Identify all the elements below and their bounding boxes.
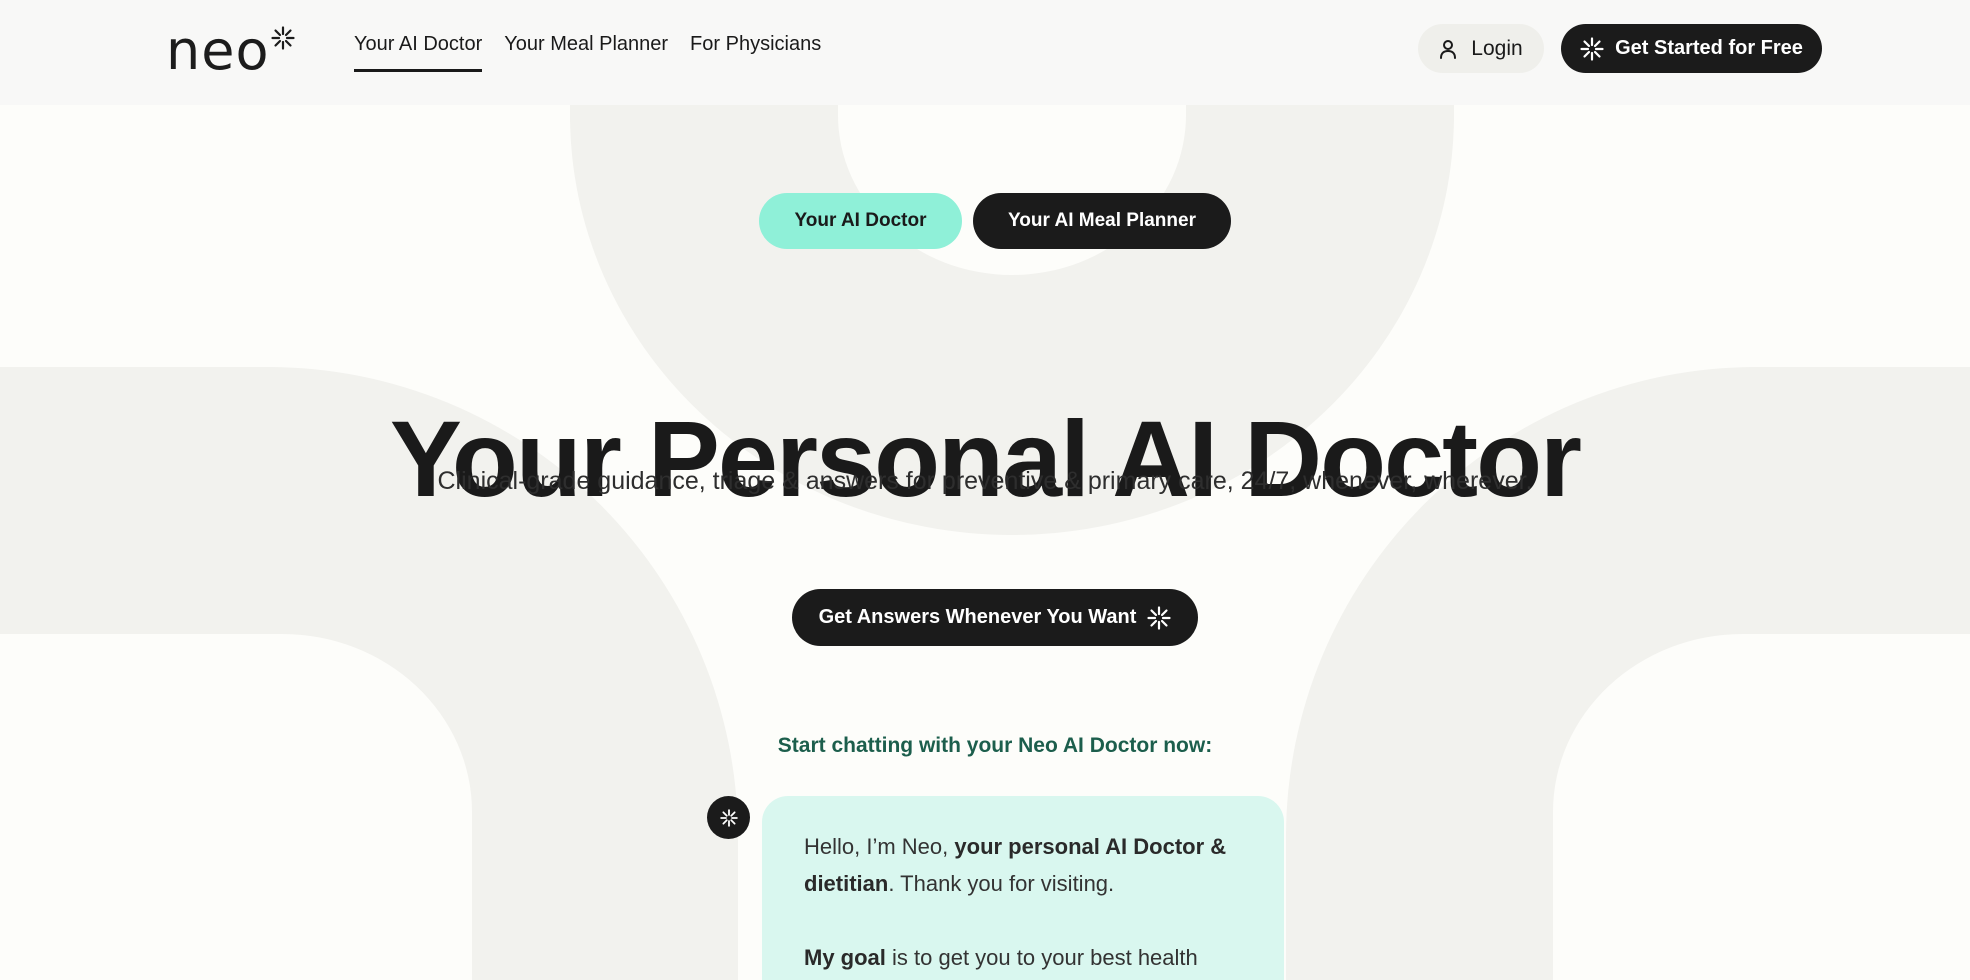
login-label: Login — [1471, 36, 1523, 60]
get-answers-label: Get Answers Whenever You Want — [818, 606, 1137, 628]
chat-message-paragraph-2: My goal is to get you to your best healt… — [804, 939, 1242, 976]
message-thanks: . Thank you for visiting. — [888, 871, 1115, 896]
page: neo Your AI Doctor Your Meal Planner For… — [0, 0, 1970, 980]
nav-link-physicians[interactable]: For Physicians — [690, 33, 821, 72]
chat-message-bubble: Hello, I’m Neo, your personal AI Doctor … — [762, 796, 1284, 980]
neo-avatar — [707, 796, 750, 839]
neo-logo[interactable]: neo — [166, 19, 295, 82]
nav-link-ai-doctor[interactable]: Your AI Doctor — [354, 33, 483, 72]
nav-link-meal-planner[interactable]: Your Meal Planner — [504, 33, 668, 72]
message-intro: Hello, I’m Neo, — [804, 834, 955, 859]
sparkle-icon — [719, 808, 738, 827]
get-started-label: Get Started for Free — [1615, 37, 1803, 59]
sparkle-icon — [1580, 36, 1604, 61]
get-answers-button[interactable]: Get Answers Whenever You Want — [792, 589, 1198, 646]
user-icon — [1440, 39, 1457, 59]
site-header: neo Your AI Doctor Your Meal Planner For… — [0, 0, 1970, 105]
sparkle-icon — [270, 26, 295, 50]
chat-prompt: Start chatting with your Neo AI Doctor n… — [777, 734, 1213, 757]
toggle-ai-meal-planner[interactable]: Your AI Meal Planner — [973, 193, 1231, 249]
chat-message-paragraph-1: Hello, I’m Neo, your personal AI Doctor … — [804, 828, 1242, 902]
login-button[interactable]: Login — [1418, 24, 1544, 73]
get-started-button[interactable]: Get Started for Free — [1561, 24, 1822, 73]
message-goal-text: is to get you to your best health — [885, 945, 1198, 970]
toggle-ai-doctor[interactable]: Your AI Doctor — [759, 193, 962, 249]
logo-text: neo — [166, 19, 270, 82]
hero-subtitle: Clinical-grade guidance, triage & answer… — [437, 467, 1533, 495]
message-bold-goal: My goal — [804, 945, 886, 970]
hero-title: Your Personal AI Doctor — [389, 398, 1582, 520]
main-nav: Your AI Doctor Your Meal Planner For Phy… — [354, 33, 821, 72]
sparkle-icon — [1147, 605, 1172, 630]
